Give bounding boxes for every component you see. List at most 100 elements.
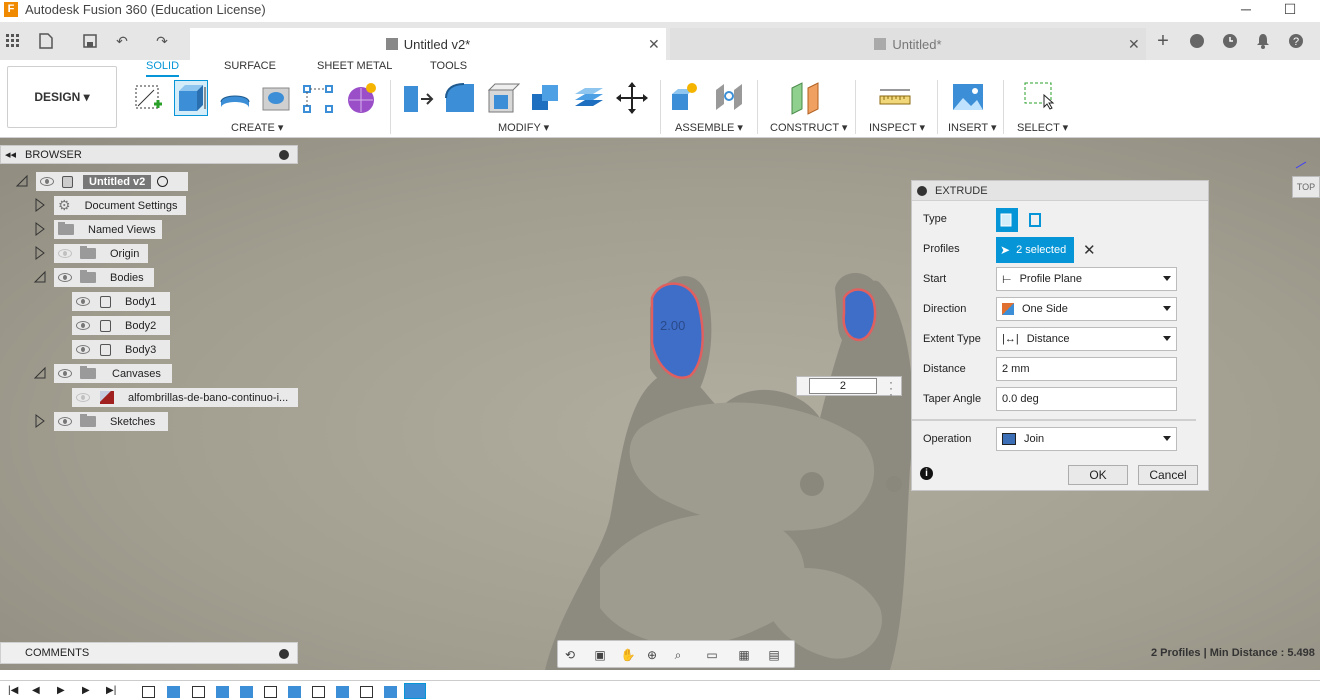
browser-pin-icon[interactable]	[279, 150, 289, 160]
close-tab-icon[interactable]: ✕	[648, 36, 660, 53]
expand-icon[interactable]	[34, 222, 46, 239]
more-options-icon[interactable]: · · ·	[889, 376, 893, 400]
display-settings-icon[interactable]: ▭	[704, 647, 720, 663]
browser-node-sketches[interactable]: Sketches	[54, 412, 168, 431]
browser-node-body3[interactable]: Body3	[72, 340, 170, 359]
play-icon[interactable]: ▶	[57, 685, 65, 696]
timeline-extrude-icon[interactable]	[384, 686, 397, 698]
timeline-current-feature-icon[interactable]	[404, 683, 426, 699]
go-to-end-icon[interactable]: ▶|	[106, 685, 116, 696]
redo-icon[interactable]: ↷	[152, 31, 172, 51]
timeline-extrude-icon[interactable]	[216, 686, 229, 698]
offset-face-icon[interactable]	[572, 80, 606, 116]
profiles-selection-button[interactable]: ➤ 2 selected	[996, 237, 1074, 263]
create-form-icon[interactable]	[345, 80, 379, 116]
cancel-button[interactable]: Cancel	[1138, 465, 1198, 485]
fillet-icon[interactable]	[443, 80, 477, 116]
press-pull-icon[interactable]	[401, 80, 435, 116]
extrude-type-thin-button[interactable]	[1025, 208, 1047, 232]
visibility-eye-icon[interactable]	[58, 369, 72, 378]
browser-node-document-settings[interactable]: ⚙ Document Settings	[54, 196, 186, 215]
expand-icon[interactable]	[34, 198, 46, 215]
create-sketch-icon[interactable]	[132, 80, 166, 116]
tab-untitled[interactable]: Untitled*	[670, 28, 1146, 60]
direction-select[interactable]: One Side	[996, 297, 1177, 321]
timeline-extrude-icon[interactable]	[167, 686, 180, 698]
pan-hand-icon[interactable]: ✋	[620, 647, 636, 663]
expand-collapse-icon[interactable]	[15, 174, 29, 188]
hole-icon[interactable]	[260, 80, 294, 116]
viewports-icon[interactable]: ▤	[766, 647, 782, 663]
measure-icon[interactable]	[878, 80, 912, 116]
operation-select[interactable]: Join	[996, 427, 1177, 451]
timeline-extrude-icon[interactable]	[240, 686, 253, 698]
extrude-type-solid-button[interactable]	[996, 208, 1018, 232]
offset-plane-icon[interactable]	[789, 80, 823, 116]
collapse-icon[interactable]	[33, 366, 47, 383]
timeline-sketch-icon[interactable]	[192, 686, 205, 698]
save-icon[interactable]	[80, 31, 100, 51]
collapse-icon[interactable]	[33, 270, 47, 287]
collapse-browser-icon[interactable]: ◂◂	[5, 148, 16, 161]
visibility-eye-icon[interactable]	[58, 417, 72, 426]
start-select[interactable]: ⊢ Profile Plane	[996, 267, 1177, 291]
select-group-label[interactable]: SELECT ▾	[1017, 121, 1068, 134]
browser-node-bodies[interactable]: Bodies	[54, 268, 154, 287]
pattern-icon[interactable]	[302, 80, 336, 116]
ok-button[interactable]: OK	[1068, 465, 1128, 485]
browser-node-canvas-image[interactable]: alfombrillas-de-bano-continuo-i...	[72, 388, 298, 407]
inspect-group-label[interactable]: INSPECT ▾	[869, 121, 925, 134]
browser-node-canvases[interactable]: Canvases	[54, 364, 172, 383]
add-comment-icon[interactable]	[279, 649, 289, 659]
browser-node-named-views[interactable]: Named Views	[54, 220, 162, 239]
close-tab-icon[interactable]: ✕	[1128, 36, 1140, 53]
tab-untitled-v2[interactable]: Untitled v2*	[190, 28, 666, 60]
workspace-design-menu[interactable]: DESIGN ▾	[7, 66, 117, 128]
new-tab-button[interactable]: +	[1153, 30, 1173, 52]
browser-node-origin[interactable]: Origin	[54, 244, 148, 263]
visibility-eye-icon[interactable]	[58, 273, 72, 282]
undo-icon[interactable]: ↶	[112, 31, 132, 51]
tab-solid[interactable]: SOLID	[146, 60, 180, 77]
insert-group-label[interactable]: INSERT ▾	[948, 121, 997, 134]
visibility-eye-icon[interactable]	[76, 345, 90, 354]
notifications-bell-icon[interactable]	[1253, 31, 1273, 51]
tab-tools[interactable]: TOOLS	[430, 60, 467, 72]
help-icon[interactable]: ?	[1286, 31, 1306, 51]
timeline-sketch-icon[interactable]	[360, 686, 373, 698]
extensions-icon[interactable]	[1187, 31, 1207, 51]
visibility-eye-icon[interactable]	[40, 177, 54, 186]
clear-selection-icon[interactable]: ✕	[1083, 241, 1096, 259]
fit-zoom-icon[interactable]: ⌕	[670, 647, 686, 663]
create-group-label[interactable]: CREATE ▾	[231, 121, 283, 134]
timeline-sketch-icon[interactable]	[264, 686, 277, 698]
grid-settings-icon[interactable]: ▦	[736, 647, 752, 663]
zoom-icon[interactable]: ⊕	[644, 647, 660, 663]
activate-radio-icon[interactable]	[157, 176, 169, 187]
construct-group-label[interactable]: CONSTRUCT ▾	[770, 121, 847, 134]
step-back-icon[interactable]: ◀	[32, 685, 40, 696]
move-copy-icon[interactable]	[615, 80, 649, 116]
look-at-icon[interactable]: ▣	[592, 647, 608, 663]
revolve-icon[interactable]	[218, 80, 252, 116]
browser-node-body1[interactable]: Body1	[72, 292, 170, 311]
minimize-button[interactable]: ─	[1224, 0, 1268, 20]
tab-surface[interactable]: SURFACE	[224, 60, 276, 72]
info-icon[interactable]: i	[920, 467, 933, 480]
select-window-icon[interactable]	[1022, 80, 1056, 116]
taper-angle-field[interactable]: 0.0 deg	[996, 387, 1177, 411]
maximize-button[interactable]: ☐	[1268, 0, 1312, 20]
file-menu-icon[interactable]	[36, 31, 56, 51]
expand-icon[interactable]	[34, 246, 46, 263]
tab-sheet-metal[interactable]: SHEET METAL	[317, 60, 392, 72]
shell-icon[interactable]	[486, 80, 521, 116]
visibility-eye-icon[interactable]	[76, 297, 90, 306]
job-status-clock-icon[interactable]	[1220, 31, 1240, 51]
orbit-icon[interactable]: ⟲	[562, 647, 578, 663]
distance-input[interactable]: 2	[809, 378, 877, 394]
timeline-extrude-icon[interactable]	[288, 686, 301, 698]
visibility-eye-icon[interactable]	[76, 321, 90, 330]
distance-field[interactable]: 2 mm	[996, 357, 1177, 381]
collapse-dialog-icon[interactable]	[917, 186, 927, 196]
go-to-start-icon[interactable]: |◀	[8, 685, 18, 696]
